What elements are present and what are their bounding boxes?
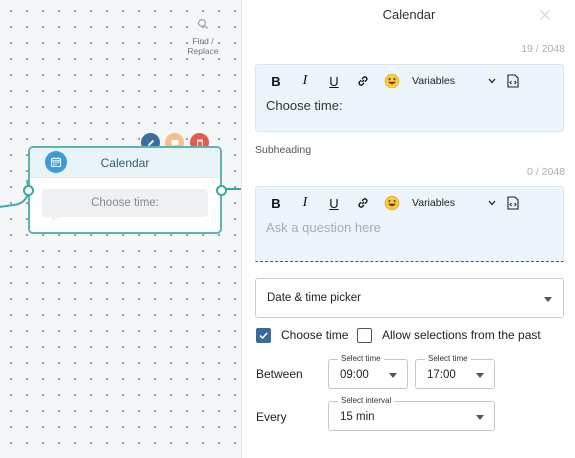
interval-value: 15 min <box>340 411 375 423</box>
code-block-button[interactable] <box>502 72 524 90</box>
output-port[interactable] <box>216 185 227 196</box>
subheading-placeholder[interactable]: Ask a question here <box>266 220 381 235</box>
flow-canvas[interactable]: Find / Replace Calendar Choose time: <box>0 0 242 458</box>
emoji-button[interactable] <box>381 72 403 90</box>
variables-dropdown[interactable]: Variables <box>412 197 496 209</box>
question-char-counter: 19 / 2048 <box>521 43 565 55</box>
question-toolbar: B I U Variables <box>265 72 531 90</box>
choose-time-label: Choose time <box>281 328 349 342</box>
dropdown-caret-icon <box>544 297 552 302</box>
allow-past-checkbox[interactable] <box>357 327 372 343</box>
start-time-value: 09:00 <box>340 369 369 381</box>
dropdown-caret-icon <box>476 373 484 378</box>
dropdown-caret-icon <box>476 415 484 420</box>
start-time-label: Select time <box>338 354 384 363</box>
dropdown-caret-icon <box>389 373 397 378</box>
checkmark-icon <box>259 331 268 339</box>
code-icon <box>507 74 519 88</box>
variables-label: Variables <box>412 75 455 87</box>
input-port[interactable] <box>23 185 34 196</box>
question-text[interactable]: Choose time: <box>266 98 343 113</box>
code-block-button[interactable] <box>502 194 524 212</box>
end-time-select[interactable]: Select time 17:00 <box>415 354 495 389</box>
find-replace-label: Find / Replace <box>187 36 219 56</box>
link-button[interactable] <box>352 194 374 212</box>
subheading-toolbar: B I U Variables <box>265 194 531 212</box>
code-icon <box>507 196 519 210</box>
node-settings-panel: Calendar 19 / 2048 B I U Variables Choos… <box>243 0 575 458</box>
bold-button[interactable]: B <box>265 194 287 212</box>
subheading-char-counter: 0 / 2048 <box>527 166 565 178</box>
search-icon <box>197 18 208 29</box>
choose-time-checkbox[interactable] <box>256 327 271 343</box>
node-message-preview: Choose time: <box>42 189 208 223</box>
variables-dropdown[interactable]: Variables <box>412 75 496 87</box>
allow-past-label: Allow selections from the past <box>382 328 541 342</box>
end-time-value: 17:00 <box>427 369 456 381</box>
link-icon <box>358 198 368 208</box>
choose-time-option[interactable]: Choose time <box>256 327 348 343</box>
picker-type-select[interactable]: Date & time picker <box>255 278 564 318</box>
italic-button[interactable]: I <box>294 72 316 90</box>
close-icon[interactable] <box>537 7 553 23</box>
end-time-label: Select time <box>425 354 471 363</box>
chevron-down-icon <box>488 78 496 84</box>
chevron-down-icon <box>488 200 496 206</box>
node-title: Calendar <box>100 156 150 170</box>
find-replace-button[interactable]: Find / Replace <box>183 18 223 56</box>
variables-label: Variables <box>412 197 455 209</box>
every-label: Every <box>256 410 287 424</box>
link-button[interactable] <box>352 72 374 90</box>
underline-button[interactable]: U <box>323 194 345 212</box>
interval-select[interactable]: Select interval 15 min <box>328 396 495 431</box>
interval-label: Select interval <box>338 396 395 405</box>
italic-button[interactable]: I <box>294 194 316 212</box>
link-icon <box>358 76 368 86</box>
subheading-label: Subheading <box>255 144 312 156</box>
allow-past-option[interactable]: Allow selections from the past <box>357 327 541 343</box>
bold-button[interactable]: B <box>265 72 287 90</box>
panel-title: Calendar <box>382 7 436 22</box>
emoji-icon <box>384 195 400 211</box>
subheading-editor[interactable]: B I U Variables Ask a question here <box>255 186 564 262</box>
emoji-button[interactable] <box>381 194 403 212</box>
underline-button[interactable]: U <box>323 72 345 90</box>
picker-type-value: Date & time picker <box>267 292 361 304</box>
start-time-select[interactable]: Select time 09:00 <box>328 354 408 389</box>
question-editor[interactable]: B I U Variables Choose time: <box>255 64 564 132</box>
between-label: Between <box>256 367 303 381</box>
calendar-node[interactable]: Calendar Choose time: <box>23 146 227 234</box>
node-header: Calendar <box>30 148 220 178</box>
emoji-icon <box>384 73 400 89</box>
